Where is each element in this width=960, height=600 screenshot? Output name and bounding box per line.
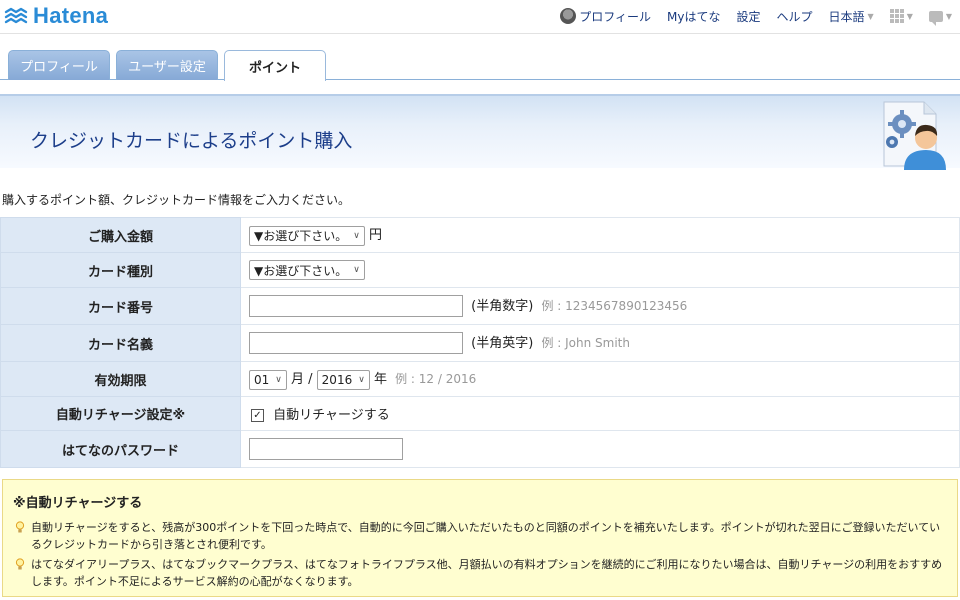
logo-text: Hatena	[33, 3, 109, 28]
language-label: 日本語	[828, 9, 865, 24]
chevron-down-icon: ▼	[867, 11, 874, 21]
page-title: クレジットカードによるポイント購入	[30, 130, 353, 152]
intro-text: 購入するポイント額、クレジットカード情報をご入力ください。	[2, 193, 351, 207]
speech-bubble-icon	[928, 10, 943, 26]
notifications-menu[interactable]: ▼	[928, 10, 952, 26]
card-name-input[interactable]	[249, 332, 463, 355]
chevron-down-icon: ∨	[275, 374, 282, 385]
grid-icon	[889, 9, 904, 23]
top-bar: Hatena プロフィール Myはてな 設定 ヘルプ 日本語 ▼ ▼ ▼	[0, 0, 960, 34]
note-item: 自動リチャージをすると、残高が300ポイントを下回った時点で、自動的に今回ご購入…	[13, 519, 947, 553]
nav-my-hatena[interactable]: Myはてな	[667, 8, 720, 25]
nav-language[interactable]: 日本語 ▼	[829, 8, 874, 25]
tab-points[interactable]: ポイント	[224, 50, 326, 81]
purchase-form: ご購入金額 ▼お選び下さい。 ∨ 円 カード種別 ▼お選び下さい。 ∨ カード番…	[0, 217, 960, 468]
tab-user-settings[interactable]: ユーザー設定	[116, 50, 218, 80]
expiry-year-unit: 年	[373, 372, 387, 388]
card-name-label: カード名義	[0, 324, 241, 362]
form-row-card-number: カード番号 (半角数字) 例 : 1234567890123456	[0, 287, 960, 325]
expiry-label: 有効期限	[0, 361, 241, 397]
nav-profile[interactable]: プロフィール	[560, 8, 651, 25]
user-settings-icon	[883, 101, 946, 170]
tab-bar: プロフィール ユーザー設定 ポイント	[0, 34, 960, 81]
expiry-month-select[interactable]: 01 ∨	[249, 369, 287, 390]
note-title: ※自動リチャージする	[13, 496, 143, 511]
tab-profile[interactable]: プロフィール	[8, 50, 110, 80]
hatena-logo-icon	[4, 7, 28, 24]
card-type-select[interactable]: ▼お選び下さい。 ∨	[249, 260, 365, 280]
lightbulb-icon	[15, 558, 25, 570]
services-menu[interactable]: ▼	[889, 9, 913, 23]
nav-help[interactable]: ヘルプ	[777, 8, 813, 25]
expiry-year-select[interactable]: 2016 ∨	[316, 369, 370, 390]
nav-settings[interactable]: 設定	[736, 8, 760, 25]
nav-profile-label: プロフィール	[579, 9, 652, 24]
amount-select-value: ▼お選び下さい。	[254, 229, 348, 244]
card-number-example: 例 : 1234567890123456	[541, 298, 688, 313]
form-row-auto-recharge: 自動リチャージ設定※ ✓ 自動リチャージする	[0, 396, 960, 431]
form-row-card-type: カード種別 ▼お選び下さい。 ∨	[0, 252, 960, 288]
password-input[interactable]	[249, 438, 403, 460]
note-item: はてなダイアリープラス、はてなブックマークプラス、はてなフォトライフプラス他、月…	[13, 556, 947, 590]
auto-recharge-checkbox-label[interactable]: 自動リチャージする	[273, 408, 390, 423]
amount-unit: 円	[368, 228, 382, 244]
form-row-card-name: カード名義 (半角英字) 例 : John Smith	[0, 324, 960, 362]
chevron-down-icon: ∨	[358, 374, 365, 385]
hatena-logo[interactable]: Hatena	[4, 3, 109, 28]
expiry-month-unit: 月 /	[291, 372, 313, 388]
card-type-label: カード種別	[0, 252, 241, 288]
note-item-text: はてなダイアリープラス、はてなブックマークプラス、はてなフォトライフプラス他、月…	[31, 558, 943, 588]
expiry-year-value: 2016	[321, 372, 353, 387]
avatar	[560, 8, 577, 24]
card-name-hint: (半角英字)	[471, 335, 534, 351]
chevron-down-icon: ▼	[945, 11, 952, 21]
card-number-hint: (半角数字)	[471, 298, 534, 314]
auto-recharge-checkbox[interactable]: ✓	[251, 409, 264, 422]
amount-select[interactable]: ▼お選び下さい。 ∨	[249, 225, 365, 246]
lightbulb-icon	[15, 521, 25, 533]
card-number-input[interactable]	[249, 295, 463, 318]
top-nav: プロフィール Myはてな 設定 ヘルプ 日本語 ▼ ▼ ▼	[544, 0, 952, 32]
form-row-password: はてなのパスワード	[0, 430, 960, 468]
auto-recharge-note: ※自動リチャージする 自動リチャージをすると、残高が300ポイントを下回った時点…	[2, 479, 958, 597]
note-item-text: 自動リチャージをすると、残高が300ポイントを下回った時点で、自動的に今回ご購入…	[31, 521, 941, 551]
auto-recharge-label: 自動リチャージ設定※	[0, 396, 241, 431]
password-label: はてなのパスワード	[0, 430, 241, 468]
expiry-example: 例 : 12 / 2016	[395, 372, 477, 387]
form-row-expiry: 有効期限 01 ∨ 月 / 2016 ∨ 年 例 : 12 / 2016	[0, 361, 960, 397]
chevron-down-icon: ∨	[353, 230, 360, 241]
chevron-down-icon: ▼	[906, 11, 913, 21]
form-row-amount: ご購入金額 ▼お選び下さい。 ∨ 円	[0, 217, 960, 253]
chevron-down-icon: ∨	[353, 265, 360, 275]
card-name-example: 例 : John Smith	[541, 335, 630, 350]
amount-label: ご購入金額	[0, 217, 241, 253]
card-number-label: カード番号	[0, 287, 241, 325]
expiry-month-value: 01	[254, 372, 270, 387]
title-band: クレジットカードによるポイント購入	[0, 94, 960, 170]
card-type-select-value: ▼お選び下さい。	[254, 263, 348, 278]
